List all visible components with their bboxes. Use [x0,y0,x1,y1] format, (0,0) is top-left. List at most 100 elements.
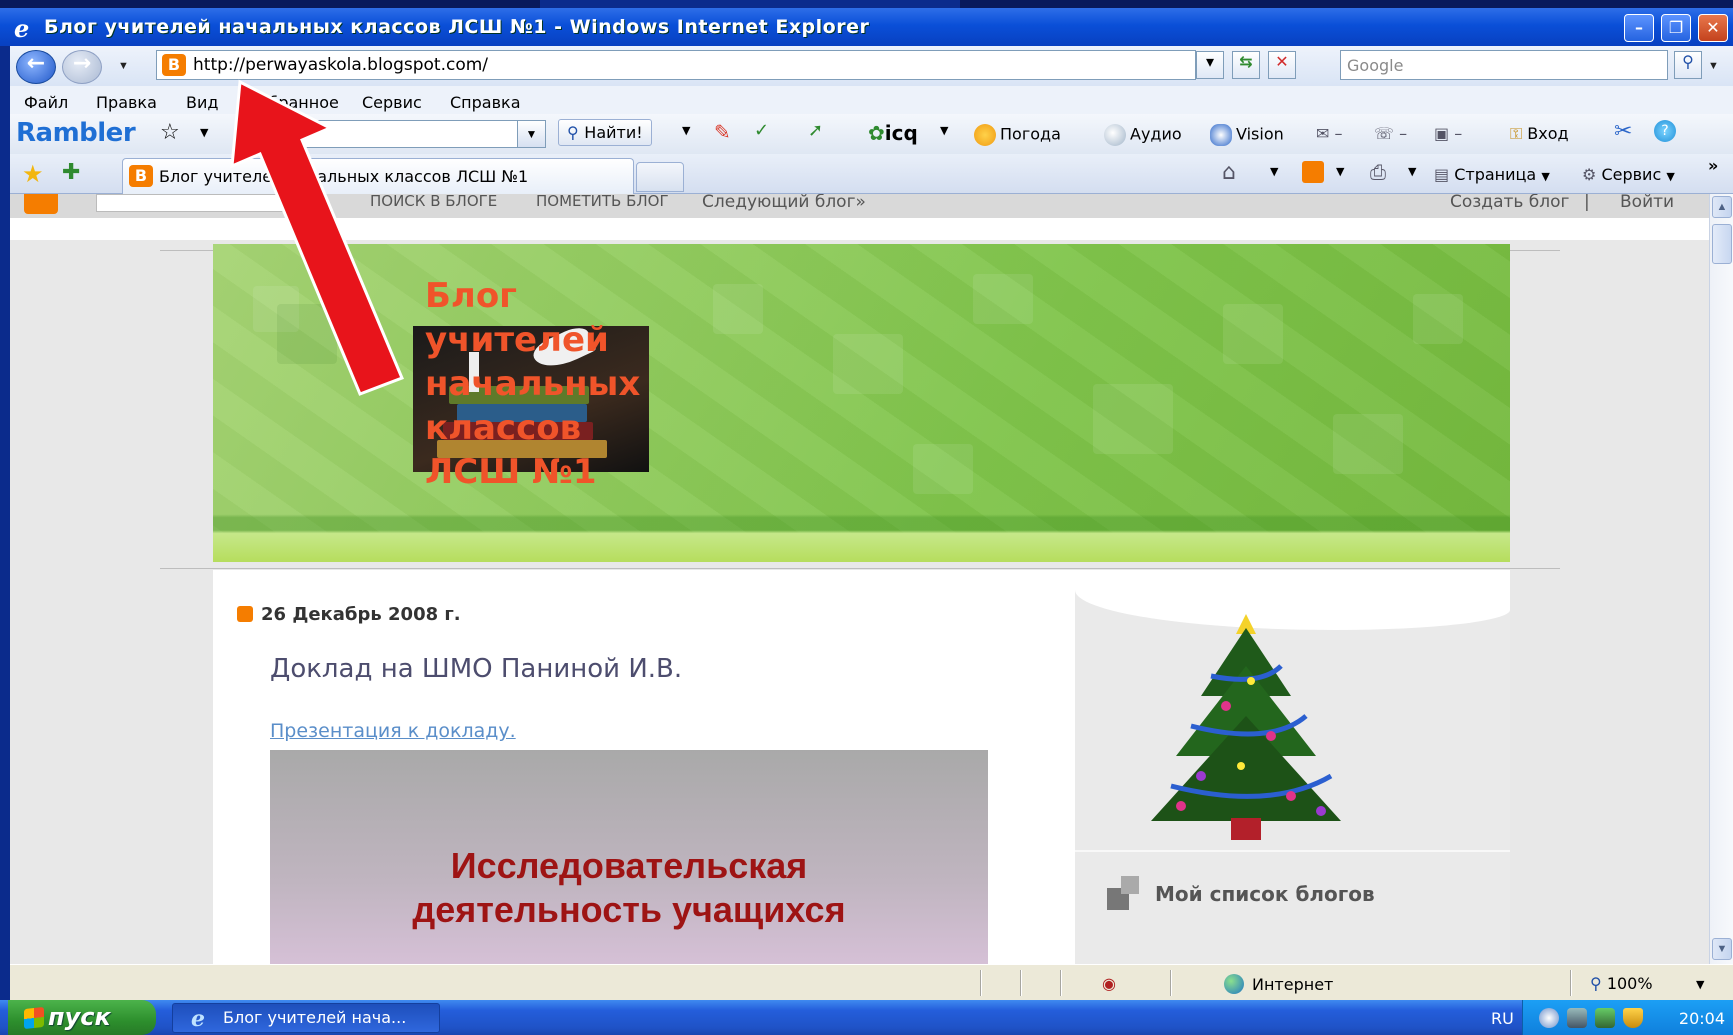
language-indicator[interactable]: RU [1491,1009,1514,1028]
vision-button[interactable]: Vision [1210,124,1284,146]
post-date-header: 26 Декабрь 2008 г. [237,604,461,625]
url-field[interactable]: B http://perwayaskola.blogspot.com/ [156,50,1196,80]
start-button[interactable]: пуск [8,1000,156,1035]
presentation-slide-image: Исследовательская деятельность учащихся [270,750,988,964]
rambler-logo[interactable]: Rambler [16,118,136,148]
status-separator [1020,970,1022,996]
new-tab-button[interactable] [636,162,684,192]
contacts-icon[interactable]: ☏ – [1374,124,1407,143]
system-tray: RU 20:04 [1491,1000,1733,1035]
history-dropdown-icon[interactable]: ▼ [118,60,129,72]
header-decor [913,444,973,494]
forward-button[interactable]: → [62,50,102,84]
home-dropdown-icon[interactable]: ▼ [1270,165,1278,178]
create-blog-link[interactable]: Создать блог [1450,194,1570,212]
close-button[interactable]: ✕ [1698,14,1728,42]
rambler-search-field[interactable]: ▼ [238,120,546,148]
sign-in-link[interactable]: Войти [1620,194,1674,212]
menu-tools[interactable]: Сервис [362,93,422,112]
minimize-button[interactable]: – [1624,14,1654,42]
magnifier-icon: ⚲ [567,123,585,142]
taskbar-item-ie[interactable]: e Блог учителей нача... [172,1003,440,1033]
next-blog-link[interactable]: Следующий блог» [702,194,866,212]
print-icon[interactable]: ⎙ [1370,160,1386,184]
menu-edit[interactable]: Правка [96,93,157,112]
back-button[interactable]: ← [16,50,56,84]
scroll-down-button[interactable]: ▼ [1712,938,1732,960]
rambler-find-button[interactable]: ⚲ Найти! [558,119,652,146]
blogger-logo-icon[interactable] [24,194,58,214]
favorites-star-icon[interactable]: ★ [22,160,44,188]
tray-app-icon[interactable] [1595,1008,1615,1028]
zoom-dropdown-icon[interactable]: ▼ [1696,978,1704,991]
maximize-button[interactable]: ❐ [1661,14,1691,42]
tray-back-icon[interactable] [1539,1008,1559,1028]
menu-help[interactable]: Справка [450,93,521,112]
header-decor [1413,294,1463,344]
flag-blog-link[interactable]: ПОМЕТИТЬ БЛОГ [536,194,669,210]
clock[interactable]: 20:04 [1679,1009,1725,1028]
rambler-star-dropdown-icon[interactable]: ▼ [200,126,208,139]
security-shield-icon[interactable] [1623,1008,1643,1028]
vision-eye-icon [1210,124,1232,146]
tools-icon[interactable]: ✂ [1614,119,1632,144]
home-icon[interactable]: ⌂ [1222,160,1236,185]
weather-button[interactable]: Погода [974,124,1061,146]
menu-view[interactable]: Вид [186,93,218,112]
windows-flag-icon [24,1006,44,1030]
rambler-star-icon[interactable]: ☆ [160,120,180,145]
audio-button[interactable]: Аудио [1104,124,1182,146]
tools-menu-button[interactable]: ⚙ Сервис ▼ [1582,165,1675,184]
stop-button[interactable]: ✕ [1268,51,1296,79]
mail-icon[interactable]: ✉ – [1316,124,1343,143]
url-dropdown-button[interactable]: ▾ [1196,51,1224,79]
refresh-button[interactable]: ⇆ [1232,51,1260,79]
help-icon[interactable]: ? [1654,120,1680,142]
presentation-link[interactable]: Презентация к докладу. [270,720,516,742]
menu-favorites[interactable]: Избранное [248,93,339,112]
privacy-icon[interactable]: ◉ [1102,974,1116,993]
menu-file[interactable]: Файл [24,93,68,112]
scroll-thumb[interactable] [1712,224,1732,264]
search-options-dropdown-icon[interactable]: ▼ [1708,60,1719,72]
zoom-magnifier-icon: ⚲ [1590,974,1607,993]
feeds-dropdown-icon[interactable]: ▼ [1336,165,1344,178]
zoom-control[interactable]: ⚲ 100% [1590,974,1653,993]
photo-icon[interactable]: ▣ – [1434,124,1462,143]
rambler-search-dropdown-icon[interactable]: ▼ [517,121,545,147]
login-button[interactable]: ⚿ Вход [1510,124,1569,144]
feeds-icon[interactable] [1302,161,1328,183]
audio-label: Аудио [1130,124,1182,144]
rambler-find-label: Найти! [584,123,643,142]
address-bar: ← → ▼ B http://perwayaskola.blogspot.com… [10,46,1733,86]
page-menu-button[interactable]: ▤ Страница ▼ [1434,165,1550,184]
scroll-up-button[interactable]: ▲ [1712,196,1732,218]
tab-row: ★ ✚ B Блог учителей начальных классов ЛС… [10,154,1733,194]
search-input[interactable]: Google [1340,50,1668,80]
blog-header-title[interactable]: Блог учителей начальных классов ЛСШ №1 [425,274,640,494]
network-icon[interactable] [1567,1008,1587,1028]
toolbar-overflow-icon[interactable]: » [1708,156,1718,175]
spellcheck-icon[interactable]: ✓ [754,120,769,141]
add-favorite-icon[interactable]: ✚ [62,160,80,185]
blogger-search-input[interactable] [96,194,320,212]
tab-active[interactable]: B Блог учителей начальных классов ЛСШ №1 [122,158,634,194]
taskbar-item-label: Блог учителей нача... [223,1008,407,1027]
blog-list-icon [1107,872,1143,914]
post-title[interactable]: Доклад на ШМО Паниной И.В. [270,654,682,684]
window-title: Блог учителей начальных классов ЛСШ №1 -… [44,16,870,38]
icq-button[interactable]: ✿icq [868,121,918,145]
weather-label: Погода [1000,124,1061,144]
print-dropdown-icon[interactable]: ▼ [1408,165,1416,178]
vertical-scrollbar[interactable]: ▲ ▼ [1709,194,1733,964]
ie-logo-icon: e [14,14,30,43]
icq-dropdown-icon[interactable]: ▼ [940,124,948,137]
search-icon[interactable]: ⚲ [1674,51,1702,79]
highlight-pen-icon[interactable]: ✎ [714,120,731,144]
find-dropdown-icon[interactable]: ▼ [682,124,690,137]
taskbar-ie-icon: e [191,1006,205,1032]
translate-icon[interactable]: ➚ [808,120,823,141]
security-zone: Интернет [1224,974,1333,994]
search-blog-link[interactable]: ПОИСК В БЛОГЕ [370,194,497,210]
window-title-bar[interactable]: e Блог учителей начальных классов ЛСШ №1… [0,8,1733,46]
